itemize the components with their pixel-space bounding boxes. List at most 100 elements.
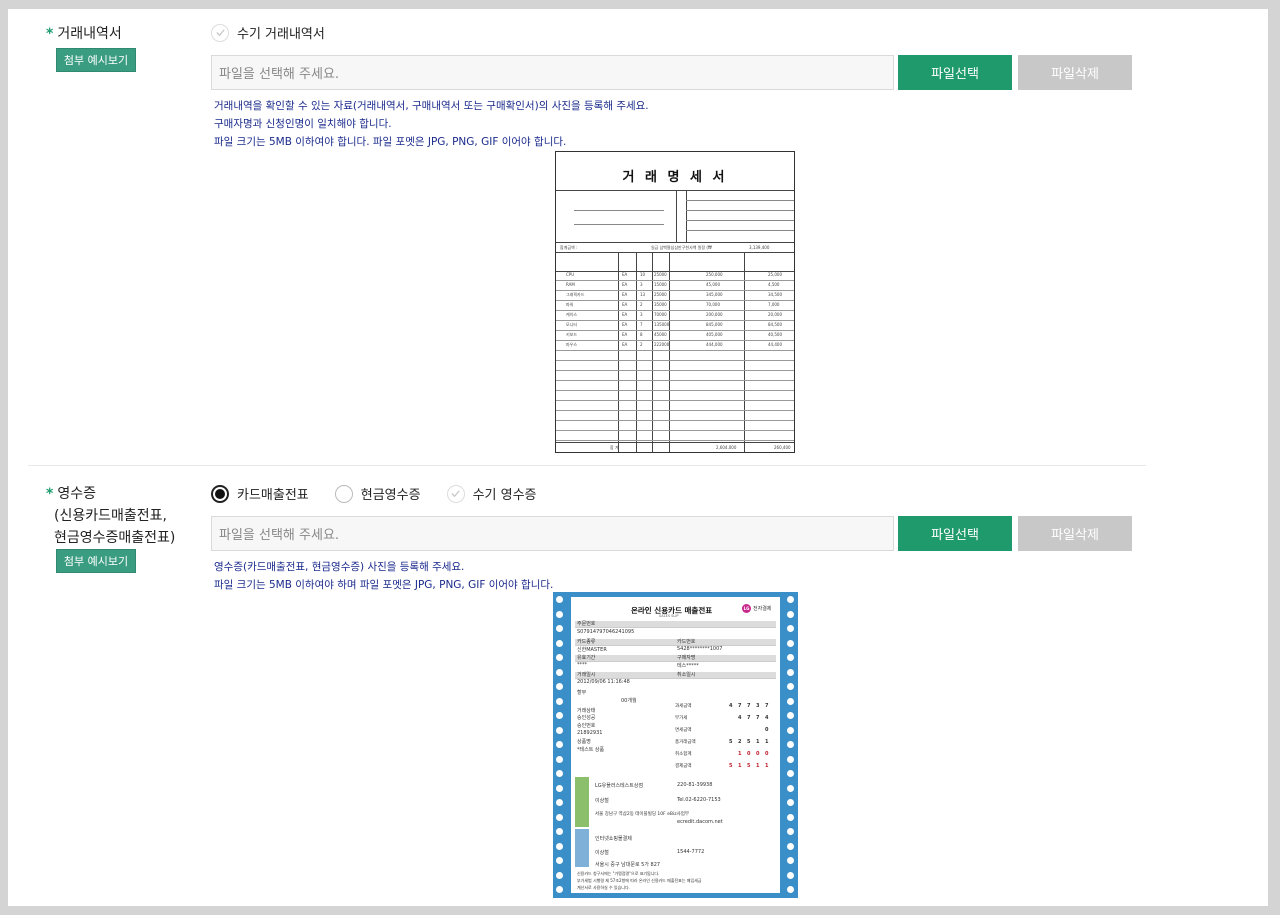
amount-digit: 1	[756, 763, 760, 769]
perforation-holes-right	[787, 596, 795, 898]
perforation-hole	[787, 770, 794, 777]
slip-order-label: 주문번호	[577, 621, 596, 627]
table-cell: 44,400	[768, 342, 782, 347]
guide-line: 파일 크기는 5MB 이하여야 합니다. 파일 포멧은 JPG, PNG, GI…	[214, 136, 567, 148]
table-cell: 4,500	[768, 282, 780, 287]
slip-tel: Tel.02-6220-7153	[677, 797, 721, 803]
amount-digit: 5	[747, 739, 751, 745]
example-view-button-2[interactable]: 첨부 예시보기	[56, 549, 136, 573]
slip-trade-date: 2012/09/06 11:16:48	[577, 679, 630, 685]
file-delete-button-1[interactable]: 파일삭제	[1018, 55, 1132, 90]
receipt-label-line: 현금영수증매출전표)	[54, 530, 176, 546]
perforation-hole	[787, 871, 794, 879]
slip-cancel-date-label: 취소일시	[677, 672, 696, 678]
file-input-2[interactable]: 파일을 선택해 주세요.	[211, 516, 894, 551]
perforation-hole	[787, 813, 794, 821]
table-cell: 그래픽카드	[566, 292, 585, 297]
receipt-label: * 영수증 (신용카드매출전표, 현금영수증매출전표)	[46, 483, 175, 549]
receipt-label-line: (신용카드매출전표,	[54, 508, 167, 524]
perforation-hole	[787, 668, 794, 676]
perforation-hole	[787, 596, 794, 603]
slip-rep: 이상철	[595, 798, 609, 804]
manual-transaction-option[interactable]: 수기 거래내역서	[211, 23, 325, 42]
slip-url: ecredit.dacom.net	[677, 819, 723, 825]
amount-digit: 1	[765, 763, 769, 769]
table-cell: 200,000	[706, 312, 723, 317]
table-row-line	[556, 420, 794, 421]
example-view-button-1[interactable]: 첨부 예시보기	[56, 48, 136, 72]
sample-sum-supply: 2,604,000	[716, 445, 737, 450]
table-cell: CPU	[566, 272, 575, 277]
file-input-1[interactable]: 파일을 선택해 주세요.	[211, 55, 894, 90]
file-select-button-2[interactable]: 파일선택	[898, 516, 1012, 551]
slip-card-type: 신한MASTER	[577, 647, 607, 653]
amount-digit: 7	[747, 703, 751, 709]
table-cell: 40,500	[768, 332, 782, 337]
perforation-hole	[556, 828, 563, 835]
table-cell: 2	[640, 342, 643, 347]
manual-transaction-option-label: 수기 거래내역서	[237, 27, 325, 42]
manual-receipt-option[interactable]: 수기 영수증	[446, 484, 537, 503]
table-cell: EA	[622, 282, 628, 287]
slip-pg-phone: 1544-7772	[677, 849, 705, 855]
perforation-hole	[556, 842, 563, 850]
sample-sum-label: 합 계	[610, 445, 619, 450]
amount-label: 취소합계	[675, 752, 692, 757]
amount-digit: 4	[729, 703, 733, 709]
slip-pg-rep: 이상철	[595, 850, 609, 856]
slip-status-label: 거래상태	[577, 708, 596, 714]
sample-doc-title: 거 래 명 세 서	[622, 170, 728, 185]
slip-trade-date-label: 거래일시	[577, 672, 596, 678]
table-cell: 45000	[654, 332, 667, 337]
slip-approval-label: 승인번호	[577, 723, 596, 729]
guide-line: 영수증(카드매출전표, 현금영수증) 사진을 등록해 주세요.	[214, 561, 465, 573]
table-cell: 25000	[654, 292, 667, 297]
upload-guide-2: 영수증(카드매출전표, 현금영수증) 사진을 등록해 주세요. 파일 크기는 5…	[214, 558, 553, 594]
sample-total-text: 일금 삼백팔십삼만구천사백 원정 (₩	[651, 245, 712, 250]
merchant-info-bar	[575, 777, 589, 827]
slip-expiry: ****	[577, 662, 587, 668]
slip-product-label: 상품명	[577, 739, 591, 745]
amount-label: 총거래금액	[675, 740, 696, 745]
table-row-line	[556, 330, 794, 331]
table-cell: EA	[622, 342, 628, 347]
form-panel: * 거래내역서 첨부 예시보기 수기 거래내역서 파일을 선택해 주세요. 파일선…	[8, 9, 1268, 906]
table-row-line	[556, 300, 794, 301]
amount-digit: 0	[765, 727, 769, 733]
amount-digit: 4	[738, 715, 742, 721]
receipt-label-line: 영수증	[57, 486, 96, 502]
table-cell: 13	[640, 292, 646, 297]
section-divider	[28, 465, 1146, 466]
perforation-hole	[787, 886, 794, 893]
amount-digit: 5	[747, 763, 751, 769]
table-cell: 70,000	[706, 302, 720, 307]
slip-footer-line: 계산서로 사용하실 수 있습니다.	[577, 885, 630, 890]
cash-receipt-option[interactable]: 현금영수증	[334, 484, 421, 503]
file-delete-button-2[interactable]: 파일삭제	[1018, 516, 1132, 551]
table-row-line	[556, 410, 794, 411]
card-slip-option[interactable]: 카드매출전표	[211, 484, 309, 503]
slip-buyer: 테스*****	[677, 663, 699, 669]
slip-logo: LG 전자결제	[742, 604, 771, 613]
table-cell: 파워	[566, 302, 574, 307]
amount-digit: 0	[756, 751, 760, 757]
table-cell: 250,000	[706, 272, 723, 277]
perforation-hole	[787, 857, 794, 864]
amount-digit: 3	[756, 703, 760, 709]
slip-card-type-label: 카드종류	[577, 639, 596, 645]
perforation-hole	[556, 596, 563, 603]
table-cell: 3	[640, 312, 643, 317]
receipt-option-row: 카드매출전표 현금영수증 수기 영수증	[211, 484, 563, 503]
table-row-line	[556, 360, 794, 361]
table-cell: 8	[640, 332, 643, 337]
perforation-hole	[556, 871, 563, 879]
amount-label: 부가세	[675, 716, 688, 721]
cash-receipt-option-label: 현금영수증	[360, 488, 421, 503]
slip-card-no: 5428********1007	[677, 646, 723, 652]
perforation-hole	[787, 741, 794, 748]
table-cell: EA	[622, 292, 628, 297]
table-row-line	[556, 370, 794, 371]
table-row-line	[556, 430, 794, 431]
table-cell: 84,500	[768, 322, 782, 327]
file-select-button-1[interactable]: 파일선택	[898, 55, 1012, 90]
